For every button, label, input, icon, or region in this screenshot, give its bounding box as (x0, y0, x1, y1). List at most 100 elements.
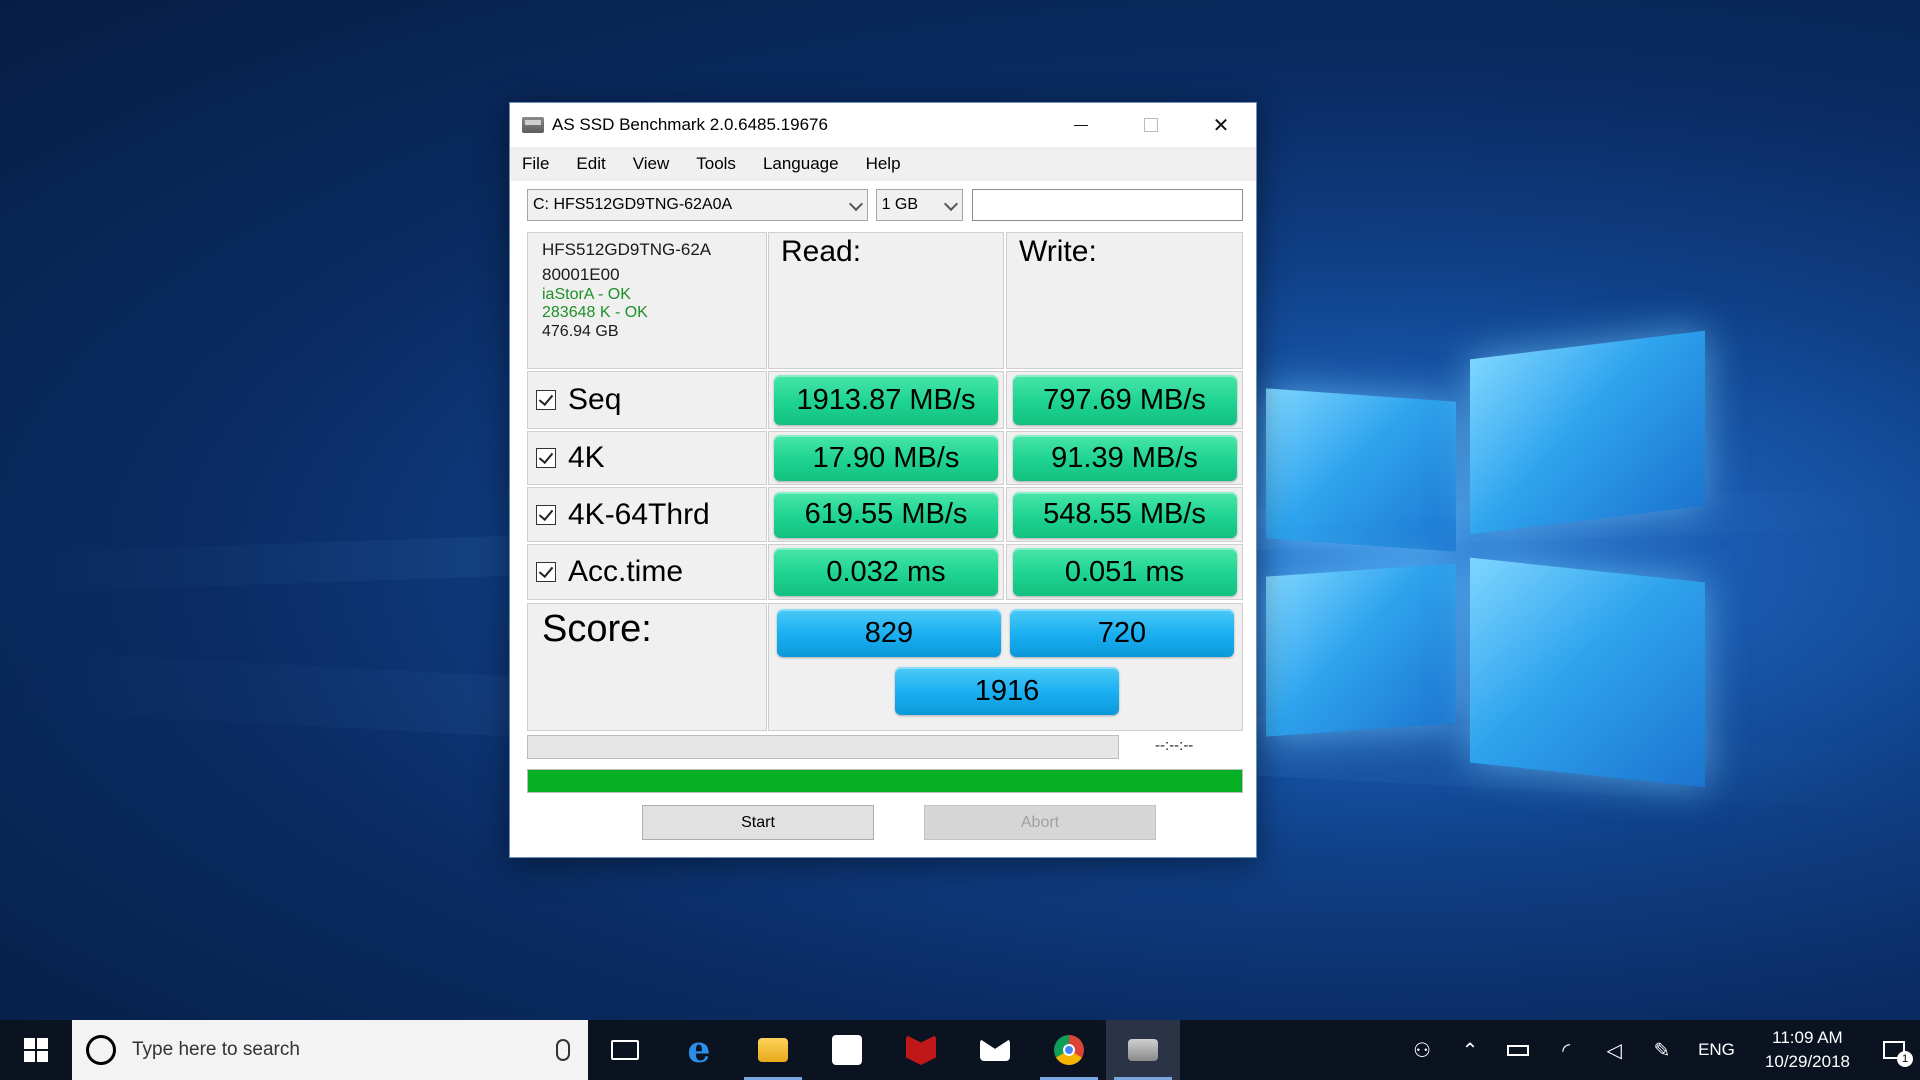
acctime-write-cell: 0.051 ms (1006, 544, 1243, 600)
4k-checkbox[interactable] (536, 448, 556, 468)
windows-icon (24, 1038, 48, 1062)
minimize-button[interactable] (1046, 103, 1116, 147)
drive-icon (522, 117, 544, 133)
drive-capacity: 476.94 GB (542, 323, 619, 340)
acctime-read-value: 0.032 ms (774, 548, 998, 596)
drive-select[interactable]: C: HFS512GD9TNG-62A0A (527, 189, 868, 221)
drive-firmware: 80001E00 (542, 265, 620, 284)
start-button-taskbar[interactable] (0, 1020, 72, 1080)
4k64-write-value: 548.55 MB/s (1012, 491, 1237, 538)
4k64-read-value: 619.55 MB/s (774, 491, 998, 538)
language-indicator[interactable]: ENG (1698, 1040, 1735, 1060)
size-select[interactable]: 1 GB (875, 189, 963, 221)
volume-muted-icon[interactable]: ◁ (1590, 1038, 1638, 1063)
score-total-value: 1916 (895, 667, 1119, 715)
people-icon[interactable]: ⚇ (1398, 1038, 1446, 1063)
menu-view[interactable]: View (633, 154, 670, 174)
overall-progress-fill (528, 770, 1242, 792)
4k64-checkbox[interactable] (536, 504, 556, 525)
clock[interactable]: 11:09 AM 10/29/2018 (1765, 1026, 1850, 1074)
menu-tools[interactable]: Tools (696, 154, 736, 174)
windows-wallpaper-logo (1260, 330, 1710, 788)
read-header: Read: (768, 232, 1004, 369)
abort-button[interactable]: Abort (924, 805, 1156, 840)
alignment-status: 283648 K - OK (542, 304, 648, 321)
clock-date: 10/29/2018 (1764, 1052, 1850, 1071)
minimize-icon (1074, 124, 1088, 126)
chrome-icon (1054, 1035, 1084, 1065)
mcafee-icon (906, 1035, 936, 1065)
title-bar[interactable]: AS SSD Benchmark 2.0.6485.19676 ✕ (510, 103, 1256, 147)
battery-icon[interactable] (1494, 1044, 1542, 1056)
system-tray: ⚇ ⌃ ◜ ◁ ✎ ENG 11:09 AM 10/29/2018 1 (1398, 1020, 1920, 1080)
menu-file[interactable]: File (522, 154, 549, 174)
task-view-button[interactable] (588, 1020, 662, 1080)
menu-language[interactable]: Language (763, 154, 839, 174)
as-ssd-window: AS SSD Benchmark 2.0.6485.19676 ✕ File E… (509, 102, 1257, 858)
chrome-button[interactable] (1032, 1020, 1106, 1080)
driver-status: iaStorA - OK (542, 286, 631, 303)
chevron-down-icon (848, 196, 863, 212)
file-explorer-icon (758, 1038, 788, 1062)
row-acctime-label: Acc.time (527, 544, 767, 600)
row-label-text: Seq (568, 383, 622, 416)
file-explorer-button[interactable] (736, 1020, 810, 1080)
task-view-icon (611, 1040, 639, 1060)
action-center-button[interactable]: 1 (1868, 1041, 1920, 1067)
start-button[interactable]: Start (642, 805, 874, 840)
menu-help[interactable]: Help (866, 154, 901, 174)
row-label-text: 4K-64Thrd (568, 497, 710, 531)
acctime-write-value: 0.051 ms (1012, 548, 1237, 596)
row-seq-label: Seq (527, 371, 767, 429)
pen-icon[interactable]: ✎ (1638, 1038, 1686, 1063)
write-header: Write: (1006, 232, 1243, 369)
score-read-value: 829 (777, 609, 1001, 657)
score-area: 829 720 1916 (768, 603, 1243, 731)
row-label-text: 4K (568, 441, 605, 474)
info-text-box[interactable] (971, 189, 1243, 221)
cortana-icon (86, 1035, 116, 1065)
chevron-down-icon (943, 196, 959, 212)
4k64-write-cell: 548.55 MB/s (1006, 487, 1243, 542)
seq-read-cell: 1913.87 MB/s (768, 371, 1004, 429)
notification-icon: 1 (1883, 1041, 1913, 1067)
4k-read-value: 17.90 MB/s (774, 435, 998, 481)
size-select-value: 1 GB (881, 196, 919, 213)
mail-button[interactable] (958, 1020, 1032, 1080)
4k-read-cell: 17.90 MB/s (768, 431, 1004, 485)
as-ssd-taskbar-button[interactable] (1106, 1020, 1180, 1080)
seq-write-value: 797.69 MB/s (1012, 375, 1237, 425)
window-title: AS SSD Benchmark 2.0.6485.19676 (552, 115, 828, 134)
4k-write-cell: 91.39 MB/s (1006, 431, 1243, 485)
drive-model: HFS512GD9TNG-62A (542, 240, 712, 259)
chevron-up-icon[interactable]: ⌃ (1446, 1038, 1494, 1063)
row-4k-label: 4K (527, 431, 767, 485)
maximize-button[interactable] (1116, 103, 1186, 147)
seq-checkbox[interactable] (536, 390, 556, 410)
score-label: Score: (527, 603, 767, 731)
row-label-text: Acc.time (568, 555, 684, 588)
menu-edit[interactable]: Edit (576, 154, 605, 174)
seq-write-cell: 797.69 MB/s (1006, 371, 1243, 429)
taskbar-search[interactable]: Type here to search (72, 1020, 588, 1080)
store-button[interactable] (810, 1020, 884, 1080)
elapsed-time: --:--:-- (1155, 737, 1194, 754)
close-icon: ✕ (1212, 114, 1230, 137)
microphone-icon[interactable] (556, 1039, 570, 1061)
acctime-checkbox[interactable] (536, 562, 556, 582)
close-button[interactable]: ✕ (1186, 103, 1256, 147)
drive-info-panel: HFS512GD9TNG-62A 80001E00 iaStorA - OK 2… (527, 232, 767, 369)
edge-icon: e (687, 1029, 711, 1071)
mcafee-button[interactable] (884, 1020, 958, 1080)
mail-icon (980, 1039, 1010, 1061)
toolbar: C: HFS512GD9TNG-62A0A 1 GB (527, 189, 1243, 221)
menu-bar: File Edit View Tools Language Help (510, 147, 1256, 181)
search-placeholder: Type here to search (132, 1039, 300, 1060)
row-4k64-label: 4K-64Thrd (527, 487, 767, 542)
as-ssd-icon (1128, 1039, 1158, 1061)
drive-select-value: C: HFS512GD9TNG-62A0A (533, 196, 733, 213)
store-icon (832, 1035, 862, 1065)
wifi-icon[interactable]: ◜ (1542, 1038, 1590, 1063)
acctime-read-cell: 0.032 ms (768, 544, 1004, 600)
edge-button[interactable]: e (662, 1020, 736, 1080)
